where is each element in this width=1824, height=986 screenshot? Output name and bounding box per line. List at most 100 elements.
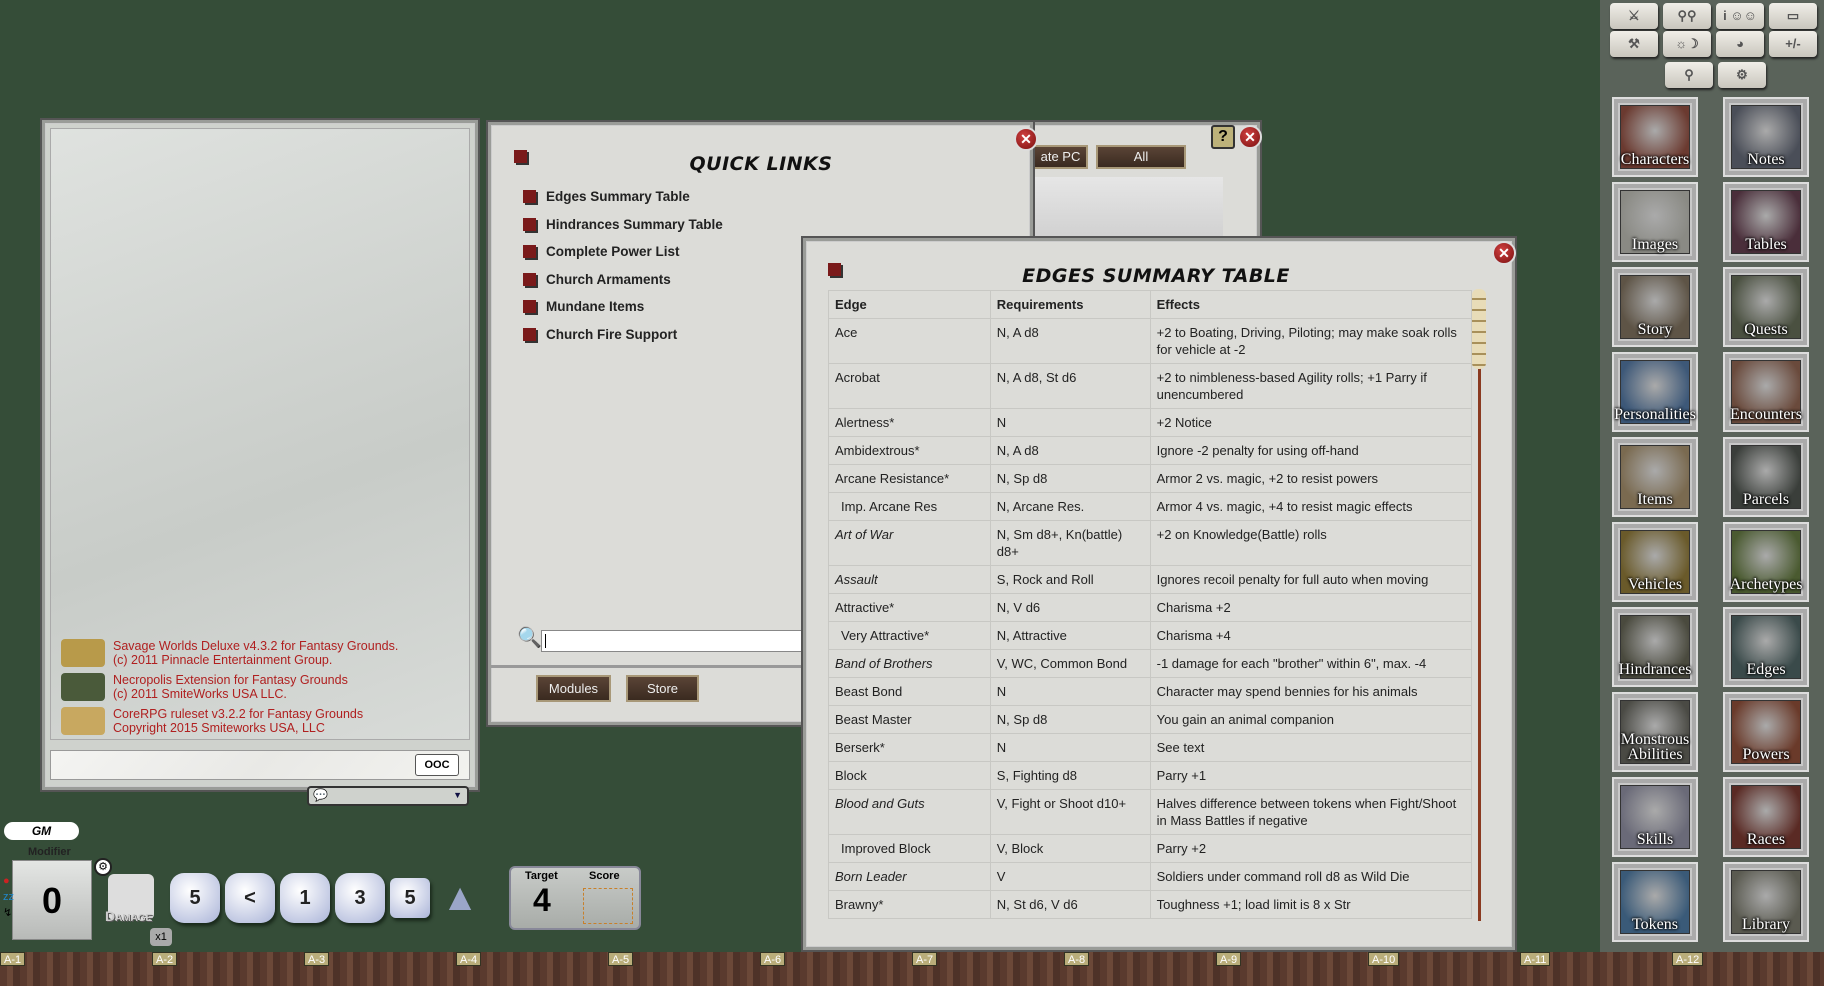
library-monstrous-abilities-button[interactable]: Monstrous Abilities (1612, 692, 1698, 772)
calendar-icon[interactable]: ▭ (1769, 3, 1817, 29)
edge-cell: Imp. Arcane Res (829, 493, 991, 521)
quick-link-item[interactable]: Edges Summary Table (523, 183, 823, 211)
library-races-button[interactable]: Races (1723, 777, 1809, 857)
help-button[interactable]: ? (1211, 125, 1235, 149)
credit-logo-icon (61, 707, 105, 735)
effects-cell: Parry +2 (1150, 835, 1471, 863)
library-characters-button[interactable]: Characters (1612, 97, 1698, 177)
info-party-icon[interactable]: i ☺☺ (1716, 3, 1764, 29)
library-quests-button[interactable]: Quests (1723, 267, 1809, 347)
modifier-icon[interactable]: +/- (1769, 31, 1817, 57)
quick-link-item[interactable]: Church Armaments (523, 266, 823, 294)
score-value[interactable] (583, 888, 633, 924)
library-archetypes-button[interactable]: Archetypes (1723, 522, 1809, 602)
library-edges-button[interactable]: Edges (1723, 607, 1809, 687)
d8-die[interactable]: 3 (335, 873, 385, 923)
quick-link-label: Mundane Items (546, 299, 644, 314)
library-label: Characters (1621, 152, 1689, 167)
d20-die[interactable]: 5 (170, 873, 220, 923)
credit-entry: Necropolis Extension for Fantasy Grounds… (61, 673, 461, 701)
tools-icon[interactable]: ⚒ (1610, 31, 1658, 57)
hotkey-tab[interactable]: A-3 (304, 952, 329, 966)
table-row: Born LeaderVSoldiers under command roll … (829, 863, 1472, 891)
quick-link-item[interactable]: Complete Power List (523, 238, 823, 266)
combat-icon[interactable]: ⚔ (1610, 3, 1658, 29)
library-parcels-button[interactable]: Parcels (1723, 437, 1809, 517)
hotkey-tab[interactable]: A-8 (1064, 952, 1089, 966)
hotkey-tab[interactable]: A-5 (608, 952, 633, 966)
d4-die[interactable]: ▲ (435, 873, 485, 923)
d12-die[interactable]: < (225, 873, 275, 923)
library-label: Library (1742, 917, 1790, 932)
library-story-button[interactable]: Story (1612, 267, 1698, 347)
hotkey-tab[interactable]: A-11 (1520, 952, 1550, 966)
d6-die[interactable]: 5 (390, 878, 430, 918)
hotkey-tab[interactable]: A-7 (912, 952, 937, 966)
credit-line: (c) 2011 SmiteWorks USA LLC. (113, 687, 348, 701)
hotkey-tab[interactable]: A-2 (152, 952, 177, 966)
hotkey-tab[interactable]: A-12 (1672, 952, 1703, 966)
library-label: Notes (1747, 152, 1784, 167)
library-hindrances-button[interactable]: Hindrances (1612, 607, 1698, 687)
tab-create-pc[interactable]: ate PC (1033, 145, 1088, 169)
multiplier[interactable]: x1 (150, 928, 172, 946)
modifier-box[interactable]: 0 (12, 860, 92, 940)
library-personalities-button[interactable]: Personalities (1612, 352, 1698, 432)
requirements-cell: N, A d8 (990, 437, 1150, 465)
scrollbar-thumb[interactable] (1472, 289, 1486, 369)
options-gear-icon[interactable]: ⚙ (1718, 62, 1766, 88)
tab-all[interactable]: All (1096, 145, 1186, 169)
library-images-button[interactable]: Images (1612, 182, 1698, 262)
target-value[interactable]: 4 (533, 882, 551, 919)
ooc-button[interactable]: OOC (415, 754, 459, 776)
library-vehicles-button[interactable]: Vehicles (1612, 522, 1698, 602)
library-powers-button[interactable]: Powers (1723, 692, 1809, 772)
library-encounters-button[interactable]: Encounters (1723, 352, 1809, 432)
d10-die[interactable]: 1 (280, 873, 330, 923)
party-icon[interactable]: ⚲⚲ (1663, 3, 1711, 29)
hotkey-tab[interactable]: A-6 (760, 952, 785, 966)
library-label: Edges (1746, 662, 1785, 677)
close-button[interactable]: ✕ (1492, 241, 1516, 265)
search-icon: 🔍 (517, 625, 542, 650)
search-input[interactable] (541, 630, 841, 652)
target-score-box: Target Score 4 (509, 866, 641, 930)
modifier-label: Modifier (28, 846, 71, 858)
sleep-icon[interactable]: zz (3, 889, 14, 905)
flame-icon[interactable]: ● (3, 873, 14, 889)
character-icon[interactable]: ⚲ (1665, 62, 1713, 88)
table-container: Edge Requirements Effects AceN, A d8+2 t… (828, 290, 1472, 919)
quick-links-list: Edges Summary TableHindrances Summary Ta… (523, 183, 823, 348)
library-tables-button[interactable]: Tables (1723, 182, 1809, 262)
hotkey-tab[interactable]: A-4 (456, 952, 481, 966)
quick-link-item[interactable]: Hindrances Summary Table (523, 211, 823, 239)
close-button[interactable]: ✕ (1014, 127, 1038, 151)
light-icon[interactable]: ☼☽ (1663, 31, 1711, 57)
requirements-cell: N, V d6 (990, 594, 1150, 622)
library-notes-button[interactable]: Notes (1723, 97, 1809, 177)
chat-mode-dropdown[interactable]: 💬 ▼ (307, 786, 469, 806)
library-tokens-button[interactable]: Tokens (1612, 862, 1698, 942)
effects-cell: +2 on Knowledge(Battle) rolls (1150, 521, 1471, 566)
hotkey-tab[interactable]: A-10 (1368, 952, 1399, 966)
chat-entry[interactable]: OOC (50, 750, 470, 780)
hotkey-tab[interactable]: A-9 (1216, 952, 1241, 966)
requirements-cell: V, Block (990, 835, 1150, 863)
close-button[interactable]: ✕ (1238, 125, 1262, 149)
library-skills-button[interactable]: Skills (1612, 777, 1698, 857)
quick-link-item[interactable]: Mundane Items (523, 293, 823, 321)
modules-button[interactable]: Modules (536, 675, 611, 702)
effects-cell: Charisma +2 (1150, 594, 1471, 622)
effects-cell: Parry +1 (1150, 762, 1471, 790)
library-items-button[interactable]: Items (1612, 437, 1698, 517)
hotkey-tab[interactable]: A-1 (0, 952, 25, 966)
effects-cell: +2 Notice (1150, 409, 1471, 437)
chat-log[interactable]: Savage Worlds Deluxe v4.3.2 for Fantasy … (50, 128, 470, 740)
palette-icon[interactable]: ◕ (1716, 31, 1764, 57)
reset-icon[interactable]: ⚙ (94, 858, 112, 876)
scrollbar[interactable] (1478, 291, 1481, 921)
library-library-button[interactable]: Library (1723, 862, 1809, 942)
bolt-icon[interactable]: ↯ (3, 905, 14, 921)
store-button[interactable]: Store (626, 675, 699, 702)
quick-link-item[interactable]: Church Fire Support (523, 321, 823, 349)
